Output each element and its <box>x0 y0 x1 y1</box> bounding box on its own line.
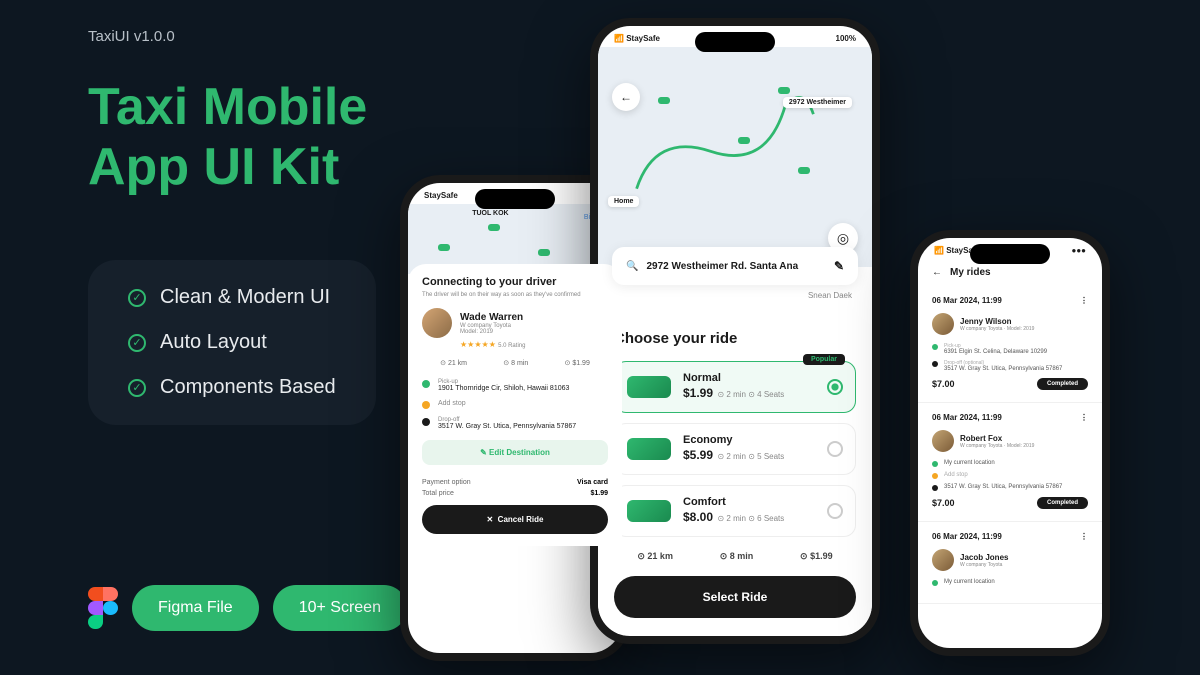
dot-icon <box>422 418 430 426</box>
phone-my-rides: 📶 StaySafe●●● ← My rides 06 Mar 2024, 11… <box>910 230 1110 656</box>
cancel-ride-button[interactable]: ✕ Cancel Ride <box>422 505 608 534</box>
check-icon: ✓ <box>128 334 146 352</box>
notch <box>475 189 555 209</box>
car-icon <box>658 97 670 104</box>
pickup-location[interactable]: Pick-up1901 Thornridge Cir, Shiloh, Hawa… <box>422 379 608 392</box>
trip-summary: ⊙ 21 km ⊙ 8 min ⊙ $1.99 <box>614 551 856 562</box>
feature-item: ✓ Components Based <box>128 376 336 399</box>
star-rating: ★★★★★ 5.0 Rating <box>422 340 608 349</box>
avatar <box>932 549 954 571</box>
car-icon <box>438 244 450 251</box>
feature-item: ✓ Auto Layout <box>128 331 336 354</box>
bottom-row: Figma File 10+ Screen <box>88 585 407 631</box>
pill-figma-file: Figma File <box>132 585 259 631</box>
driver-card[interactable]: Wade Warren W company Toyota Model: 2019 <box>422 308 608 338</box>
radio[interactable] <box>827 503 843 519</box>
car-icon <box>798 167 810 174</box>
bottom-sheet: Connecting to your driver The driver wil… <box>408 264 622 546</box>
avatar <box>932 430 954 452</box>
home-pin: Home <box>608 196 639 207</box>
radio-selected[interactable] <box>827 379 843 395</box>
notch <box>695 32 775 52</box>
car-icon <box>488 224 500 231</box>
dot-icon <box>932 461 938 467</box>
version-label: TaxiUI v1.0.0 <box>88 28 175 45</box>
ride-history-item[interactable]: 06 Mar 2024, 11:99⋮ Jacob JonesW company… <box>918 522 1102 604</box>
dot-icon <box>422 401 430 409</box>
edit-destination-button[interactable]: ✎ Edit Destination <box>422 440 608 465</box>
dot-icon <box>932 361 938 367</box>
figma-logo-icon <box>88 587 118 629</box>
car-icon <box>778 87 790 94</box>
map-area[interactable]: ← Home 2972 Westheimer ◎ <box>598 47 872 267</box>
ride-history-item[interactable]: 06 Mar 2024, 11:99⋮ Jenny WilsonW compan… <box>918 286 1102 403</box>
car-icon <box>627 500 671 522</box>
dot-icon <box>932 473 938 479</box>
search-icon: 🔍 <box>626 261 638 272</box>
more-icon[interactable]: ⋮ <box>1080 296 1088 305</box>
ride-chooser-sheet: Choose your ride Normal $1.99 ⊙ 2 min ⊙ … <box>598 314 872 634</box>
page-title: Taxi Mobile App UI Kit <box>88 78 367 198</box>
notch <box>970 244 1050 264</box>
location-list: Pick-up1901 Thornridge Cir, Shiloh, Hawa… <box>422 379 608 430</box>
ride-option-normal[interactable]: Normal $1.99 ⊙ 2 min ⊙ 4 Seats Popular <box>614 361 856 413</box>
add-stop[interactable]: Add stop <box>422 400 608 409</box>
pill-screen-count: 10+ Screen <box>273 585 407 631</box>
dropoff-location[interactable]: Drop-off3517 W. Gray St. Utica, Pennsylv… <box>422 417 608 430</box>
destination-input[interactable]: 🔍 2972 Westheimer Rd. Santa Ana ✎ <box>612 247 858 285</box>
dot-icon <box>422 380 430 388</box>
popular-badge: Popular <box>803 354 845 365</box>
feature-list: ✓ Clean & Modern UI ✓ Auto Layout ✓ Comp… <box>88 260 376 425</box>
dot-icon <box>932 580 938 586</box>
select-ride-button[interactable]: Select Ride <box>614 576 856 618</box>
radio[interactable] <box>827 441 843 457</box>
sheet-title: Connecting to your driver <box>422 276 608 288</box>
back-icon[interactable]: ← <box>932 267 942 278</box>
phone-choose-ride: 📶 StaySafe100% ← Home 2972 Westheimer ◎ … <box>590 18 880 644</box>
check-icon: ✓ <box>128 289 146 307</box>
dot-icon <box>932 344 938 350</box>
avatar <box>932 313 954 335</box>
destination-pin: 2972 Westheimer <box>783 97 852 108</box>
car-icon <box>627 438 671 460</box>
more-icon[interactable]: ⋮ <box>1080 413 1088 422</box>
edit-icon[interactable]: ✎ <box>834 259 844 273</box>
dot-icon <box>932 485 938 491</box>
car-icon <box>627 376 671 398</box>
ride-option-comfort[interactable]: Comfort $8.00 ⊙ 2 min ⊙ 6 Seats <box>614 485 856 537</box>
avatar <box>422 308 452 338</box>
car-icon <box>538 249 550 256</box>
check-icon: ✓ <box>128 379 146 397</box>
more-icon[interactable]: ⋮ <box>1080 532 1088 541</box>
feature-item: ✓ Clean & Modern UI <box>128 286 336 309</box>
trip-stats: ⊙ 21 km ⊙ 8 min ⊙ $1.99 <box>422 359 608 367</box>
car-icon <box>738 137 750 144</box>
ride-option-economy[interactable]: Economy $5.99 ⊙ 2 min ⊙ 5 Seats <box>614 423 856 475</box>
sheet-title: Choose your ride <box>614 330 856 347</box>
ride-history-item[interactable]: 06 Mar 2024, 11:99⋮ Robert FoxW company … <box>918 403 1102 522</box>
status-badge: Completed <box>1037 497 1088 509</box>
status-badge: Completed <box>1037 378 1088 390</box>
